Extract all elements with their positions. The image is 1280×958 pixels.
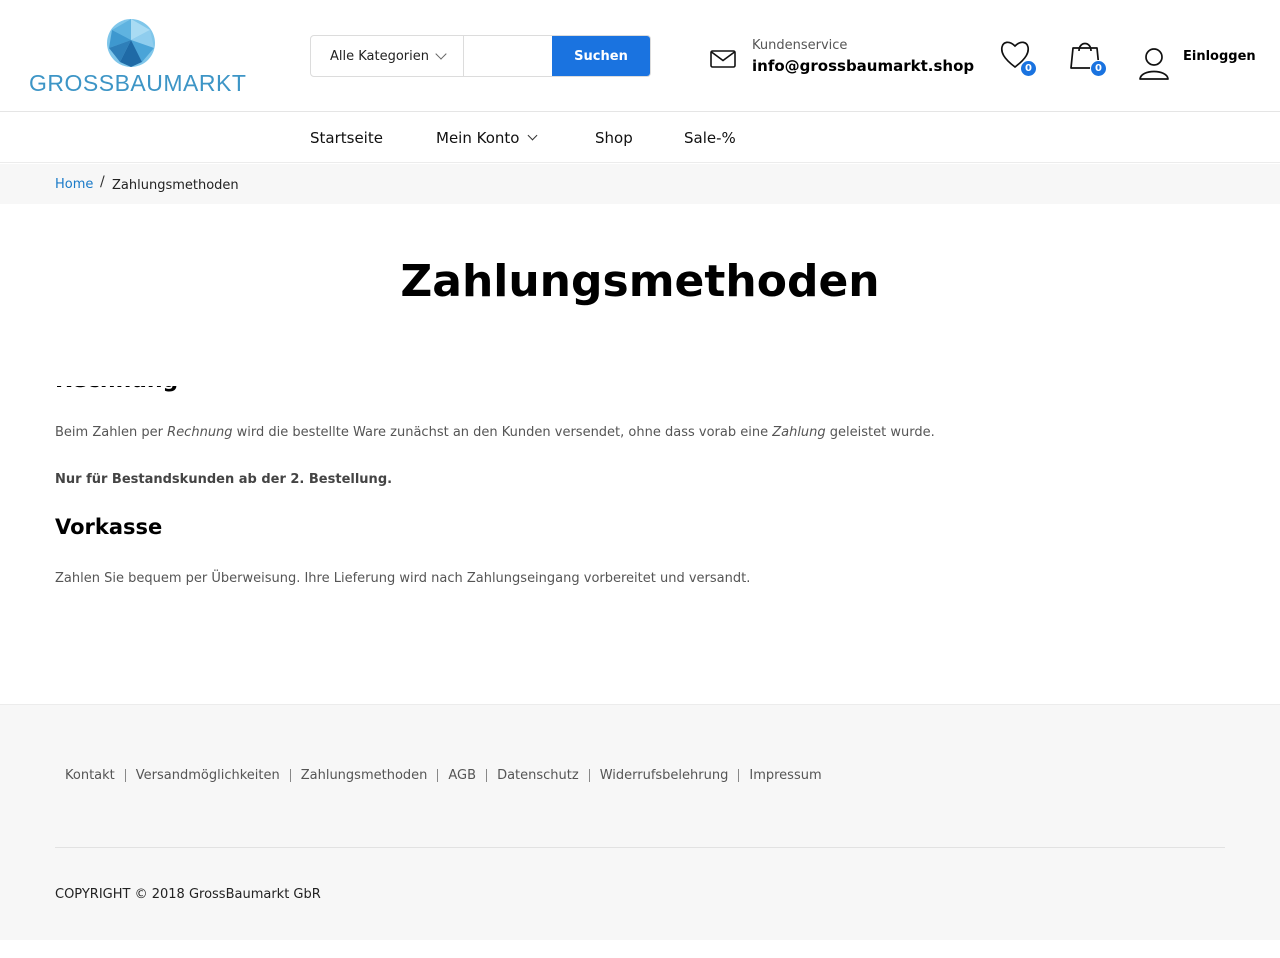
emphasis-rechnung: Rechnung — [167, 425, 233, 440]
site-footer: Kontakt Versandmöglichkeiten Zahlungsmet… — [0, 704, 1280, 940]
chevron-down-icon — [528, 130, 538, 141]
nav-item-label: Shop — [595, 129, 633, 147]
footer-link-zahlungsmethoden[interactable]: Zahlungsmethoden — [291, 768, 438, 783]
section-rechnung-note: Nur für Bestandskunden ab der 2. Bestell… — [55, 472, 393, 487]
nav-item-mein-konto[interactable]: Mein Konto — [436, 129, 538, 147]
section-heading-vorkasse: Vorkasse — [55, 515, 163, 539]
copyright-text: COPYRIGHT © 2018 GrossBaumarkt GbR — [55, 887, 321, 902]
search-button[interactable]: Suchen — [552, 36, 650, 76]
footer-link-agb[interactable]: AGB — [438, 768, 486, 783]
logo-mark-icon — [107, 19, 155, 67]
logo-text: GROSSBAUMARKT — [29, 70, 247, 96]
search-bar: Alle Kategorien Suchen — [310, 35, 651, 77]
breadcrumb: Home / Zahlungsmethoden — [0, 164, 1280, 204]
text-segment: geleistet wurde. — [825, 425, 935, 440]
support-email-link[interactable]: info@grossbaumarkt.shop — [752, 57, 974, 75]
mail-icon — [710, 50, 736, 68]
breadcrumb-separator: / — [100, 174, 105, 190]
user-icon — [1139, 48, 1169, 80]
footer-link-impressum[interactable]: Impressum — [739, 768, 831, 783]
search-input[interactable] — [464, 36, 552, 76]
text-segment: wird die bestellte Ware zunächst an den … — [232, 425, 773, 440]
nav-item-sale[interactable]: Sale-% — [684, 129, 736, 147]
nav-item-shop[interactable]: Shop — [595, 129, 633, 147]
customer-service: Kundenservice info@grossbaumarkt.shop — [710, 36, 974, 80]
breadcrumb-current: Zahlungsmethoden — [112, 178, 239, 193]
category-select-label: Alle Kategorien — [330, 48, 430, 64]
footer-link-widerruf[interactable]: Widerrufsbelehrung — [590, 768, 739, 783]
nav-item-startseite[interactable]: Startseite — [310, 129, 383, 147]
breadcrumb-home-link[interactable]: Home — [55, 177, 93, 192]
wishlist-button[interactable]: 0 — [999, 38, 1037, 78]
chevron-down-icon — [435, 48, 447, 60]
main-navigation: Startseite Mein Konto Shop Sale-% — [0, 113, 1280, 163]
footer-divider-line — [55, 847, 1225, 848]
wishlist-count-badge: 0 — [1020, 60, 1037, 77]
site-header: GROSSBAUMARKT Alle Kategorien Suchen Kun… — [0, 0, 1280, 112]
footer-link-versand[interactable]: Versandmöglichkeiten — [126, 768, 290, 783]
cart-button[interactable]: 0 — [1069, 38, 1107, 78]
page-title: Zahlungsmethoden — [400, 256, 880, 307]
login-label: Einloggen — [1183, 49, 1256, 64]
section-rechnung-text: Beim Zahlen per Rechnung wird die bestel… — [55, 425, 935, 440]
support-label: Kundenservice — [752, 38, 848, 53]
section-heading-clipped: Rechnung — [55, 386, 255, 396]
footer-links: Kontakt Versandmöglichkeiten Zahlungsmet… — [55, 768, 832, 783]
login-link[interactable]: Einloggen — [1138, 44, 1258, 84]
emphasis-zahlung: Zahlung — [772, 425, 826, 440]
footer-link-datenschutz[interactable]: Datenschutz — [487, 768, 589, 783]
nav-item-label: Sale-% — [684, 129, 736, 147]
section-heading-clipped-glyphs: Rechnung — [55, 386, 178, 393]
category-select[interactable]: Alle Kategorien — [311, 36, 464, 76]
nav-item-label: Mein Konto — [436, 129, 520, 147]
nav-item-label: Startseite — [310, 129, 383, 147]
footer-link-kontakt[interactable]: Kontakt — [55, 768, 125, 783]
section-vorkasse-text: Zahlen Sie bequem per Überweisung. Ihre … — [55, 571, 751, 586]
text-segment: Beim Zahlen per — [55, 425, 168, 440]
site-logo[interactable]: GROSSBAUMARKT — [29, 18, 246, 98]
cart-count-badge: 0 — [1090, 60, 1107, 77]
